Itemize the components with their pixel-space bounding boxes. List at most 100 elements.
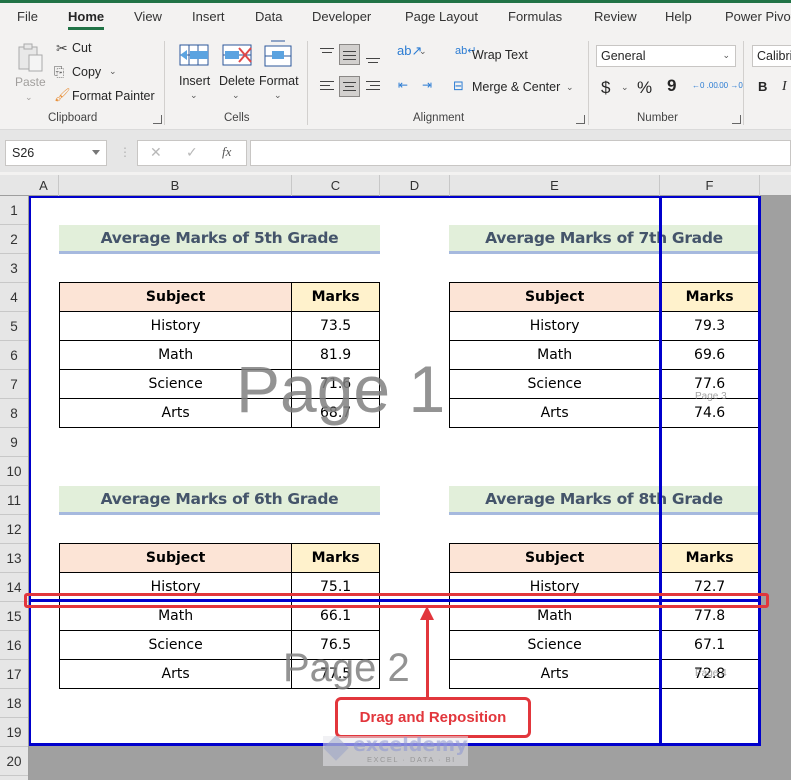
italic-button[interactable]: I — [782, 79, 787, 95]
cell-subject[interactable]: History — [58, 311, 293, 341]
tab-file[interactable]: File — [17, 9, 38, 24]
cell-marks[interactable]: 77.6 — [659, 369, 760, 399]
cell-subject[interactable]: Science — [58, 630, 293, 660]
name-box-dropdown-icon[interactable] — [92, 150, 100, 155]
column-header-b[interactable]: B — [59, 175, 292, 196]
tab-power-pivot[interactable]: Power Pivot — [725, 9, 791, 24]
row-header-5[interactable]: 5 — [0, 312, 28, 341]
clipboard-dialog-launcher-icon[interactable] — [153, 115, 162, 124]
row-header-2[interactable]: 2 — [0, 225, 28, 254]
align-right-button[interactable] — [363, 76, 384, 97]
alignment-dialog-launcher-icon[interactable] — [576, 115, 585, 124]
currency-button[interactable]: $ — [601, 78, 610, 98]
row-header-11[interactable]: 11 — [0, 486, 28, 515]
copy-dropdown-icon[interactable]: ⌄ — [109, 66, 117, 77]
column-header-a[interactable]: A — [29, 175, 59, 196]
cell-subject[interactable]: Arts — [448, 398, 661, 428]
currency-dropdown-icon[interactable]: ⌄ — [621, 82, 629, 93]
cell-marks[interactable]: 74.6 — [659, 398, 760, 428]
tab-help[interactable]: Help — [665, 9, 692, 24]
number-dialog-launcher-icon[interactable] — [732, 115, 741, 124]
tab-review[interactable]: Review — [594, 9, 637, 24]
header-subject[interactable]: Subject — [58, 282, 293, 312]
cell-marks[interactable]: 71.6 — [291, 369, 380, 399]
copy-button[interactable]: Copy — [72, 65, 101, 79]
row-header-17[interactable]: 17 — [0, 660, 28, 689]
header-marks[interactable]: Marks — [659, 282, 760, 312]
header-subject[interactable]: Subject — [448, 543, 661, 573]
format-dropdown-icon[interactable]: ⌄ — [274, 90, 282, 101]
cell-marks[interactable]: 79.3 — [659, 311, 760, 341]
formula-bar-grip-icon[interactable]: ⋮ — [119, 145, 131, 159]
row-header-19[interactable]: 19 — [0, 718, 28, 747]
increase-decimal-button[interactable]: ←0 .00 — [692, 81, 718, 90]
header-marks[interactable]: Marks — [291, 282, 380, 312]
header-marks[interactable]: Marks — [291, 543, 380, 573]
row-header-7[interactable]: 7 — [0, 370, 28, 399]
number-format-dropdown[interactable]: General ⌄ — [596, 45, 736, 67]
cell-subject[interactable]: Arts — [58, 398, 293, 428]
tab-data[interactable]: Data — [255, 9, 282, 24]
row-header-10[interactable]: 10 — [0, 457, 28, 486]
paste-dropdown-icon[interactable]: ⌄ — [25, 92, 33, 103]
insert-function-icon[interactable]: fx — [222, 144, 231, 160]
enter-icon[interactable]: ✓ — [186, 144, 198, 161]
header-subject[interactable]: Subject — [448, 282, 661, 312]
column-header-f[interactable]: F — [660, 175, 760, 196]
cell-subject[interactable]: Science — [448, 369, 661, 399]
row-header-1[interactable]: 1 — [0, 196, 28, 225]
tab-developer[interactable]: Developer — [312, 9, 371, 24]
row-header-18[interactable]: 18 — [0, 689, 28, 718]
cell-subject[interactable]: Arts — [448, 659, 661, 689]
cut-button[interactable]: Cut — [72, 41, 91, 55]
column-header-c[interactable]: C — [292, 175, 380, 196]
cell-marks[interactable]: 81.9 — [291, 340, 380, 370]
font-name-dropdown[interactable]: Calibri — [752, 45, 791, 67]
header-subject[interactable]: Subject — [58, 543, 293, 573]
column-header-d[interactable]: D — [380, 175, 450, 196]
align-left-button[interactable] — [317, 76, 338, 97]
row-header-16[interactable]: 16 — [0, 631, 28, 660]
cell-subject[interactable]: Math — [58, 340, 293, 370]
name-box[interactable]: S26 — [5, 140, 107, 166]
cancel-icon[interactable]: ✕ — [150, 144, 162, 161]
cell-subject[interactable]: Math — [448, 340, 661, 370]
row-header-4[interactable]: 4 — [0, 283, 28, 312]
decrease-indent-icon[interactable]: ⇤ — [398, 78, 408, 92]
percent-button[interactable]: % — [637, 78, 652, 98]
merge-center-dropdown-icon[interactable]: ⌄ — [566, 82, 574, 93]
cell-subject[interactable]: Arts — [58, 659, 293, 689]
tab-page-layout[interactable]: Page Layout — [405, 9, 478, 24]
cell-marks[interactable]: 73.5 — [291, 311, 380, 341]
wrap-text-button[interactable]: Wrap Text — [472, 48, 528, 62]
header-marks[interactable]: Marks — [659, 543, 760, 573]
align-center-button[interactable] — [339, 76, 360, 97]
decrease-decimal-button[interactable]: .00 →0 — [717, 81, 743, 90]
cell-marks[interactable]: 72.8 — [659, 659, 760, 689]
row-header-3[interactable]: 3 — [0, 254, 28, 283]
tab-view[interactable]: View — [134, 9, 162, 24]
cell-marks[interactable]: 69.6 — [659, 340, 760, 370]
cell-subject[interactable]: Science — [58, 369, 293, 399]
row-header-13[interactable]: 13 — [0, 544, 28, 573]
paste-button[interactable] — [16, 41, 46, 73]
row-header-20[interactable]: 20 — [0, 747, 28, 776]
orientation-dropdown-icon[interactable]: ⌄ — [419, 46, 427, 57]
formula-input[interactable] — [250, 140, 791, 166]
row-header-6[interactable]: 6 — [0, 341, 28, 370]
tab-home[interactable]: Home — [68, 9, 105, 30]
tab-insert[interactable]: Insert — [192, 9, 225, 24]
row-header-9[interactable]: 9 — [0, 428, 28, 457]
cell-marks[interactable]: 68.7 — [291, 398, 380, 428]
cell-subject[interactable]: Science — [448, 630, 661, 660]
align-middle-button[interactable] — [339, 44, 360, 65]
format-cells-button[interactable]: Format — [259, 74, 299, 88]
column-header-e[interactable]: E — [450, 175, 660, 196]
row-header-8[interactable]: 8 — [0, 399, 28, 428]
cell-marks[interactable]: 76.5 — [291, 630, 380, 660]
merge-center-button[interactable]: Merge & Center — [472, 80, 560, 94]
comma-style-button[interactable]: 9 — [667, 76, 676, 96]
worksheet-page-break-preview[interactable]: Average Marks of 5th Grade Average Marks… — [29, 196, 791, 780]
align-top-button[interactable] — [317, 44, 338, 65]
increase-indent-icon[interactable]: ⇥ — [422, 78, 432, 92]
